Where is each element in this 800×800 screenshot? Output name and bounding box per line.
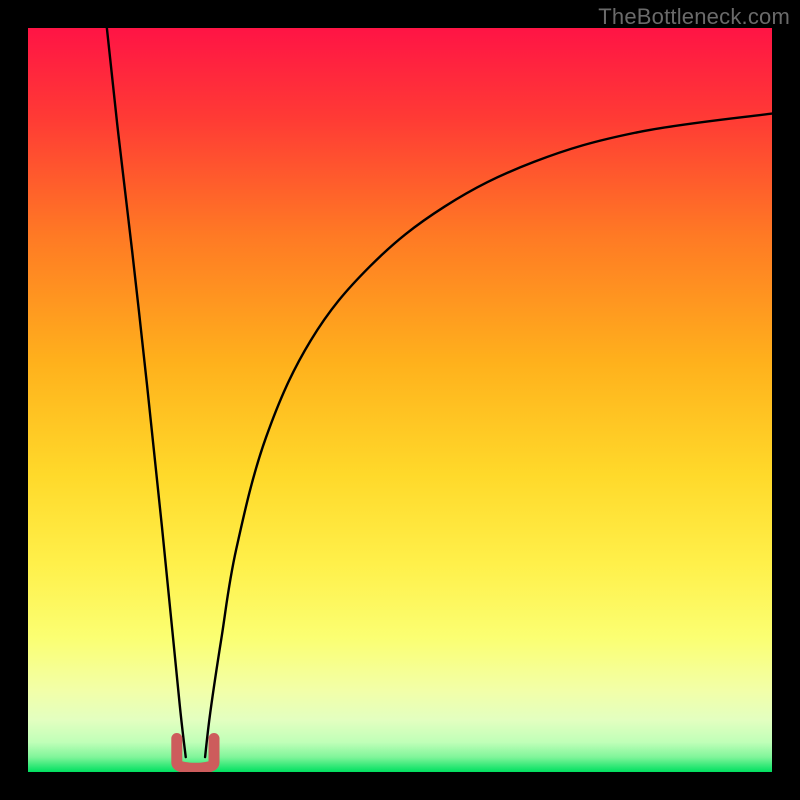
- chart-frame: [28, 28, 772, 772]
- chart-svg: [28, 28, 772, 772]
- watermark-label: TheBottleneck.com: [598, 4, 790, 30]
- gradient-background: [28, 28, 772, 772]
